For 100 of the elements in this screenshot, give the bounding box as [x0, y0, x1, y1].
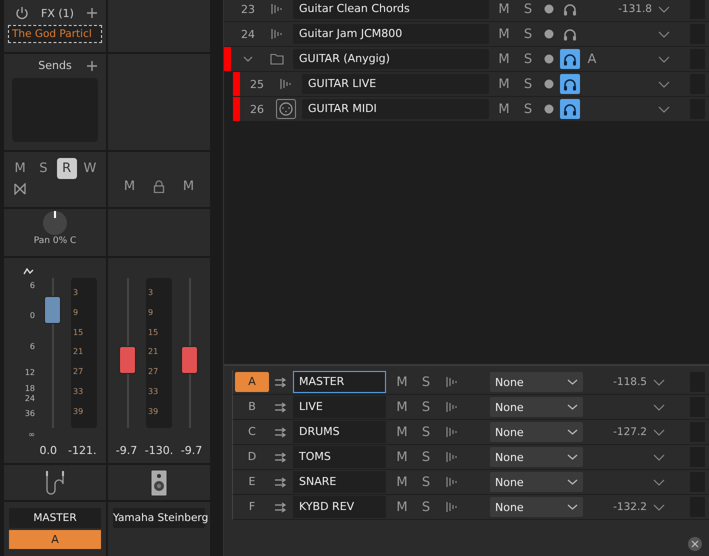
- power-icon[interactable]: [15, 6, 29, 20]
- track-name-field[interactable]: GUITAR (Anygig): [293, 49, 489, 69]
- output-dropdown[interactable]: None: [490, 472, 583, 492]
- record-arm-icon[interactable]: [544, 104, 554, 114]
- chevron-icon[interactable]: [658, 80, 670, 88]
- output-dropdown[interactable]: None: [490, 422, 583, 442]
- solo-button[interactable]: S: [414, 374, 438, 390]
- routing-icon[interactable]: [274, 452, 287, 462]
- strip-button[interactable]: M: [10, 158, 30, 179]
- solo-button[interactable]: S: [516, 52, 540, 66]
- bus-name-field[interactable]: KYBD REV: [293, 496, 386, 518]
- chevron-icon[interactable]: [653, 454, 665, 460]
- routing-icon[interactable]: [274, 502, 287, 512]
- track-name-field[interactable]: GUITAR MIDI: [302, 99, 489, 119]
- solo-button[interactable]: S: [414, 450, 438, 464]
- automation-icon[interactable]: [23, 268, 35, 275]
- mute-button[interactable]: M: [390, 400, 414, 414]
- track-row[interactable]: 26 GUITAR MIDI M S: [233, 97, 709, 122]
- record-arm-icon[interactable]: [544, 54, 554, 64]
- routing-icon[interactable]: [274, 476, 287, 488]
- solo-button[interactable]: S: [414, 500, 438, 514]
- record-arm-icon[interactable]: [544, 79, 554, 89]
- mute-button[interactable]: M: [390, 374, 414, 390]
- solo-button[interactable]: S: [516, 76, 540, 92]
- chevron-icon[interactable]: [653, 404, 665, 410]
- mute-button[interactable]: M: [492, 2, 516, 16]
- strip-name[interactable]: MASTER: [9, 508, 101, 528]
- bus-row[interactable]: C DRUMS M S None -127.2: [232, 420, 709, 445]
- bus-letter[interactable]: A: [9, 530, 101, 549]
- phase-icon[interactable]: [14, 183, 26, 195]
- add-icon[interactable]: [86, 7, 98, 19]
- mute-button[interactable]: M: [390, 500, 414, 514]
- output-dropdown[interactable]: None: [490, 397, 583, 417]
- routing-icon[interactable]: [274, 402, 287, 412]
- chevron-icon[interactable]: [653, 478, 665, 486]
- bus-letter-button[interactable]: D: [235, 447, 269, 467]
- mute-button[interactable]: M: [492, 52, 516, 66]
- mute-button[interactable]: M: [390, 474, 414, 490]
- solo-button[interactable]: S: [414, 474, 438, 490]
- record-arm-icon[interactable]: [544, 4, 554, 14]
- chevron-icon[interactable]: [653, 378, 665, 386]
- strip-button[interactable]: M: [178, 176, 199, 197]
- mute-button[interactable]: M: [492, 26, 516, 42]
- bus-name-field[interactable]: TOMS: [293, 446, 386, 468]
- track-name-field[interactable]: Guitar Jam JCM800: [293, 24, 489, 44]
- solo-button[interactable]: S: [516, 102, 540, 116]
- plugin-slot[interactable]: The God Particl: [8, 25, 102, 43]
- chevron-icon[interactable]: [243, 56, 253, 62]
- chevron-icon[interactable]: [658, 56, 670, 62]
- bus-name-field[interactable]: MASTER: [293, 371, 386, 393]
- bus-letter-button[interactable]: A: [235, 372, 269, 392]
- solo-button[interactable]: S: [516, 26, 540, 42]
- chevron-icon[interactable]: [653, 504, 665, 510]
- bus-name-field[interactable]: DRUMS: [293, 421, 386, 443]
- chevron-icon[interactable]: [658, 106, 670, 112]
- strip-button[interactable]: S: [33, 158, 54, 179]
- routing-icon[interactable]: [274, 426, 287, 438]
- pan-knob[interactable]: [43, 211, 67, 235]
- strip-name[interactable]: Yamaha Steinberg: [113, 508, 205, 528]
- chevron-icon[interactable]: [658, 6, 670, 12]
- record-arm-icon[interactable]: [544, 29, 554, 39]
- mute-button[interactable]: M: [492, 102, 516, 116]
- mute-button[interactable]: M: [390, 424, 414, 440]
- automation-button[interactable]: A: [588, 52, 596, 66]
- solo-button[interactable]: S: [414, 424, 438, 440]
- bus-row[interactable]: A MASTER M S None -118.5: [232, 370, 709, 395]
- strip-button[interactable]: M: [119, 176, 140, 197]
- monitor-button[interactable]: [560, 74, 580, 94]
- mute-button[interactable]: M: [390, 450, 414, 464]
- bus-name-field[interactable]: SNARE: [293, 471, 386, 493]
- output-dropdown[interactable]: None: [490, 497, 583, 517]
- output-dropdown[interactable]: None: [490, 372, 583, 392]
- bus-row[interactable]: D TOMS M S None: [232, 445, 709, 470]
- bus-row[interactable]: E SNARE M S None: [232, 470, 709, 495]
- fader-handle[interactable]: [44, 296, 61, 324]
- track-name-field[interactable]: Guitar Clean Chords: [293, 0, 489, 19]
- mute-button[interactable]: M: [492, 76, 516, 92]
- fader-handle[interactable]: [181, 346, 198, 374]
- bus-name-field[interactable]: LIVE: [293, 396, 386, 418]
- solo-button[interactable]: S: [414, 400, 438, 414]
- routing-icon[interactable]: [274, 376, 287, 388]
- track-row[interactable]: GUITAR (Anygig) M S A: [224, 47, 709, 72]
- output-dropdown[interactable]: None: [490, 447, 583, 467]
- fader-handle[interactable]: [119, 346, 136, 374]
- bus-letter-button[interactable]: F: [235, 497, 269, 517]
- bus-row[interactable]: B LIVE M S None: [232, 395, 709, 420]
- add-icon[interactable]: [86, 60, 98, 72]
- bus-letter-button[interactable]: B: [235, 397, 269, 417]
- track-row[interactable]: 24 Guitar Jam JCM800 M S: [224, 22, 709, 47]
- monitor-button[interactable]: [560, 99, 580, 119]
- solo-button[interactable]: S: [516, 2, 540, 16]
- track-row[interactable]: 25 GUITAR LIVE M S: [233, 72, 709, 97]
- chevron-icon[interactable]: [658, 30, 670, 38]
- bus-letter-button[interactable]: C: [235, 422, 269, 442]
- track-name-field[interactable]: GUITAR LIVE: [302, 74, 489, 94]
- chevron-icon[interactable]: [653, 428, 665, 436]
- track-row[interactable]: 23 Guitar Clean Chords M S -131.8: [224, 0, 709, 22]
- monitor-button[interactable]: [560, 49, 580, 69]
- bus-row[interactable]: F KYBD REV M S None -132.2: [232, 495, 709, 520]
- lock-icon[interactable]: [153, 180, 165, 193]
